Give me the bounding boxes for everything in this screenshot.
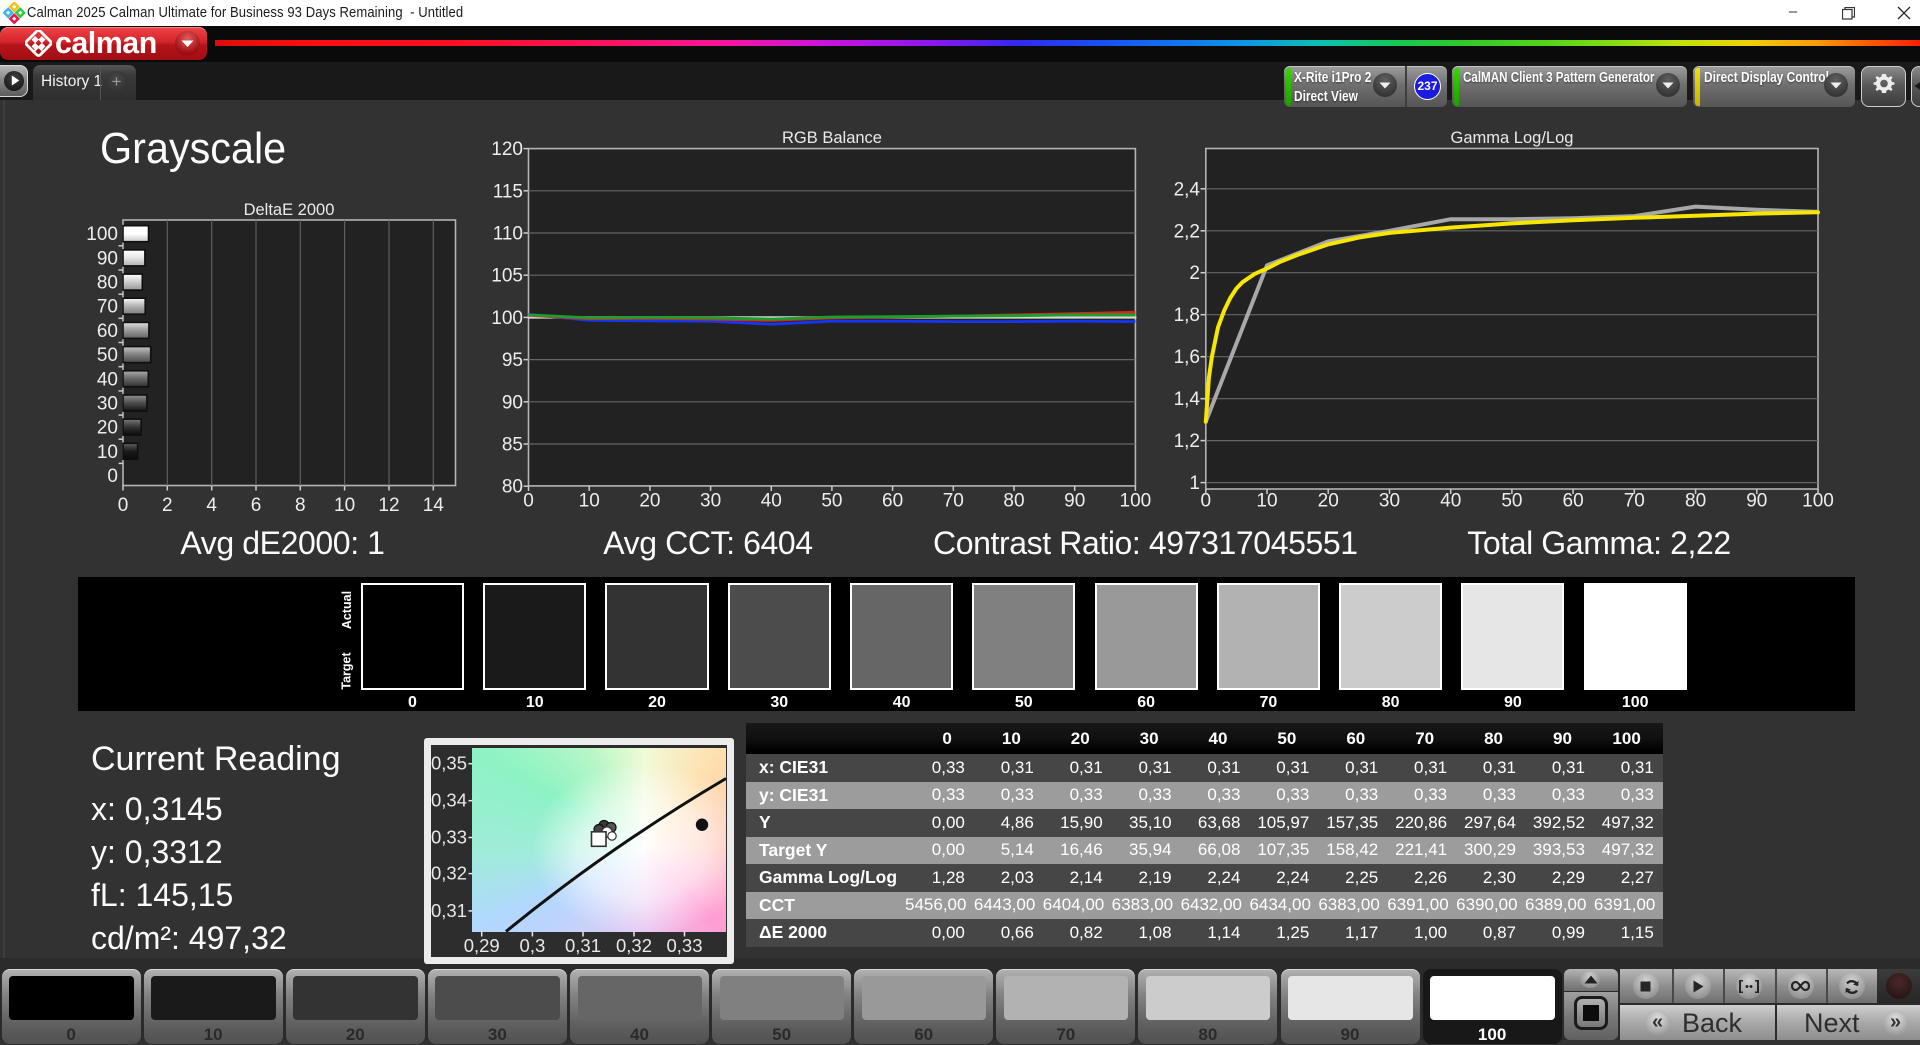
svg-text:80: 80 xyxy=(97,273,118,294)
svg-text:40: 40 xyxy=(761,491,782,512)
svg-text:80: 80 xyxy=(502,477,523,498)
svg-text:12: 12 xyxy=(378,495,399,516)
svg-text:0: 0 xyxy=(107,466,118,487)
svg-text:14: 14 xyxy=(423,495,445,516)
svg-text:90: 90 xyxy=(502,392,523,413)
svg-text:0,34: 0,34 xyxy=(431,790,467,811)
svg-text:85: 85 xyxy=(502,435,523,456)
svg-text:90: 90 xyxy=(1064,491,1085,512)
svg-text:2,4: 2,4 xyxy=(1174,179,1201,200)
svg-text:40: 40 xyxy=(97,369,118,390)
svg-text:20: 20 xyxy=(639,491,660,512)
svg-text:0,35: 0,35 xyxy=(431,753,467,774)
svg-text:2: 2 xyxy=(1189,263,1200,284)
svg-text:90: 90 xyxy=(97,248,118,269)
svg-text:115: 115 xyxy=(493,181,523,202)
svg-text:10: 10 xyxy=(579,491,600,512)
svg-text:0: 0 xyxy=(118,495,129,516)
svg-text:1,2: 1,2 xyxy=(1174,431,1200,452)
svg-text:1,8: 1,8 xyxy=(1174,305,1200,326)
svg-text:2,2: 2,2 xyxy=(1174,221,1200,242)
svg-text:10: 10 xyxy=(97,442,118,463)
svg-text:Gamma Log/Log: Gamma Log/Log xyxy=(1451,130,1574,147)
svg-text:95: 95 xyxy=(502,350,523,371)
svg-text:0,3: 0,3 xyxy=(520,935,546,956)
svg-text:1,6: 1,6 xyxy=(1174,347,1200,368)
svg-text:8: 8 xyxy=(295,495,306,516)
svg-text:105: 105 xyxy=(491,266,523,287)
svg-text:DeltaE 2000: DeltaE 2000 xyxy=(244,201,335,219)
svg-text:0,31: 0,31 xyxy=(431,900,467,921)
svg-text:70: 70 xyxy=(943,491,964,512)
svg-text:0,32: 0,32 xyxy=(616,935,652,956)
svg-text:20: 20 xyxy=(97,418,118,439)
svg-text:30: 30 xyxy=(97,394,118,415)
svg-text:0: 0 xyxy=(523,491,534,512)
svg-text:110: 110 xyxy=(493,224,523,245)
svg-text:50: 50 xyxy=(97,345,118,366)
svg-text:30: 30 xyxy=(700,491,721,512)
svg-text:0,31: 0,31 xyxy=(565,935,601,956)
svg-text:1,4: 1,4 xyxy=(1174,389,1201,410)
svg-text:60: 60 xyxy=(97,321,118,342)
svg-text:4: 4 xyxy=(206,495,217,516)
svg-text:1: 1 xyxy=(1189,473,1200,494)
svg-text:2: 2 xyxy=(162,495,173,516)
svg-text:6: 6 xyxy=(251,495,262,516)
svg-text:80: 80 xyxy=(1003,491,1024,512)
svg-text:70: 70 xyxy=(97,297,118,318)
svg-text:0,29: 0,29 xyxy=(464,935,500,956)
svg-text:60: 60 xyxy=(882,491,903,512)
svg-text:0,32: 0,32 xyxy=(431,863,467,884)
svg-text:100: 100 xyxy=(491,308,523,329)
svg-text:50: 50 xyxy=(821,491,842,512)
svg-text:100: 100 xyxy=(86,224,118,245)
svg-text:RGB Balance: RGB Balance xyxy=(782,130,882,147)
svg-text:120: 120 xyxy=(491,139,523,160)
svg-text:0,33: 0,33 xyxy=(666,935,702,956)
svg-text:10: 10 xyxy=(334,495,355,516)
svg-text:0,33: 0,33 xyxy=(431,827,467,848)
